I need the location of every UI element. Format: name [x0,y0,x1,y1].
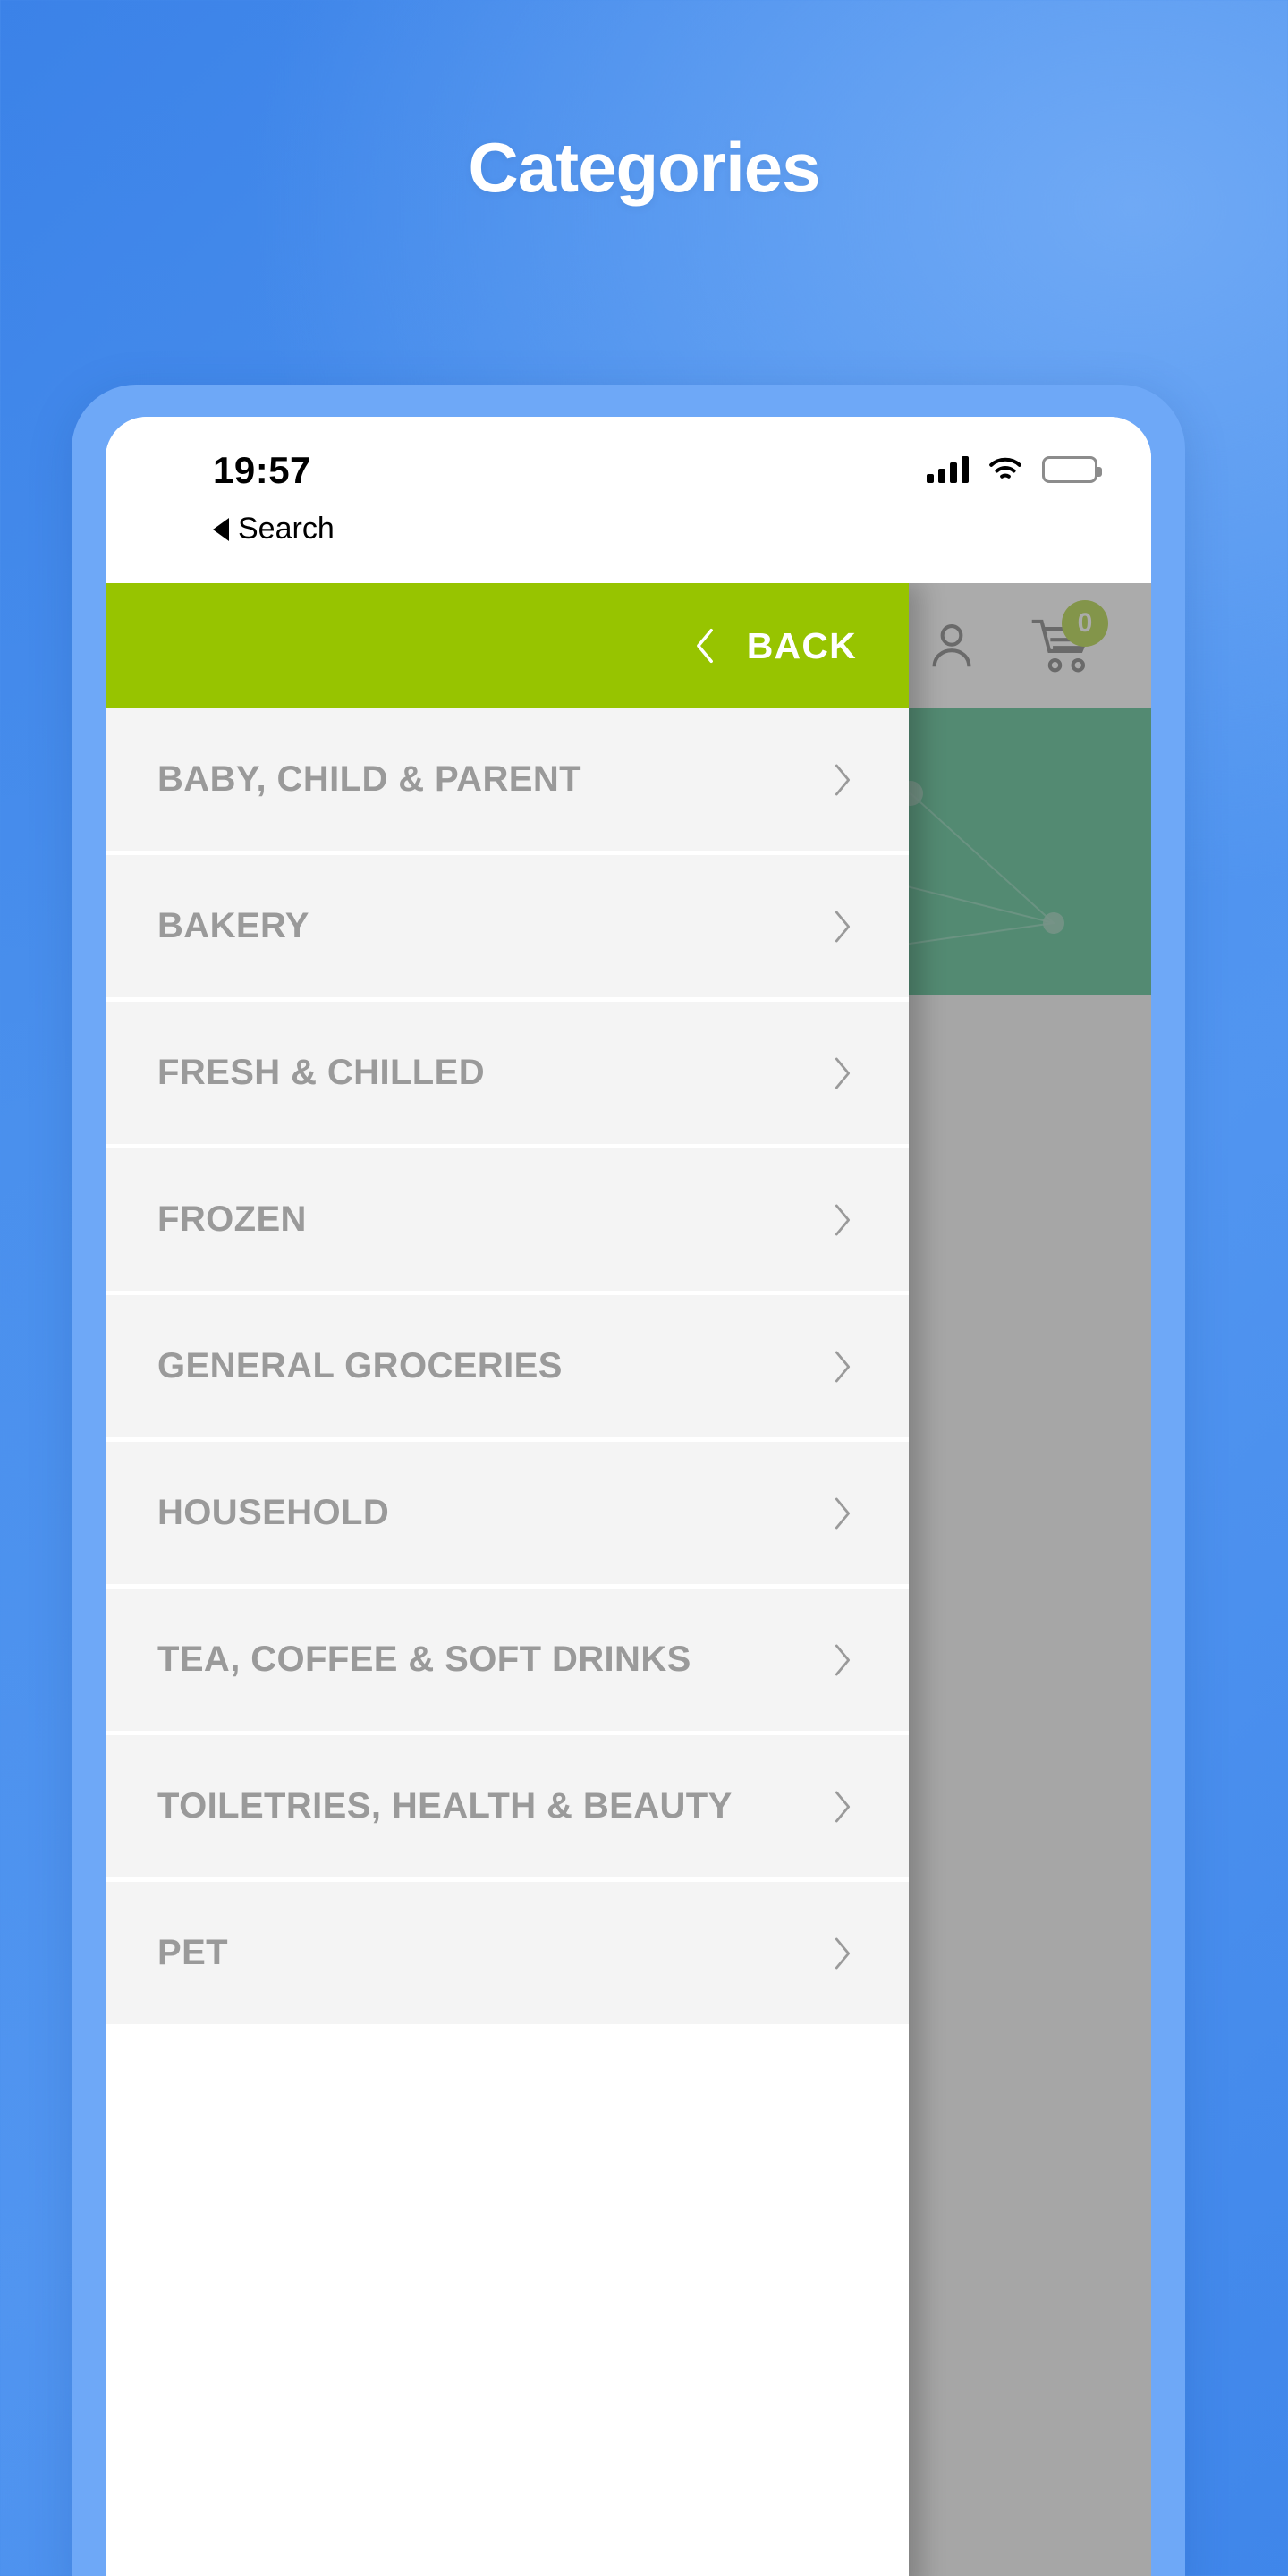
category-label: FRESH & CHILLED [157,1053,485,1092]
chevron-right-icon [835,1644,851,1675]
back-to-search-button[interactable]: Search [213,512,335,547]
chevron-right-icon [835,911,851,942]
category-label: BABY, CHILD & PARENT [157,759,581,799]
category-label: PET [157,1933,228,1972]
chevron-right-icon [835,764,851,795]
category-label: BAKERY [157,906,309,945]
status-time: 19:57 [213,449,311,491]
phone-frame: 0 [72,385,1185,2576]
category-list-item[interactable]: BABY, CHILD & PARENT [106,708,909,855]
chevron-right-icon [835,1937,851,1969]
category-list-item[interactable]: TEA, COFFEE & SOFT DRINKS [106,1589,909,1735]
page-title: Categories [468,128,820,207]
chevron-right-icon [835,1204,851,1235]
category-list: BABY, CHILD & PARENT BAKERY FRESH & CHILLE… [106,708,909,2029]
category-list-item[interactable]: TOILETRIES, HEALTH & BEAUTY [106,1735,909,1882]
category-label: GENERAL GROCERIES [157,1346,563,1385]
back-to-search-label: Search [238,512,335,546]
status-icons [927,456,1102,483]
phone-screen: 0 [106,417,1151,2576]
category-label: HOUSEHOLD [157,1493,390,1532]
battery-icon [1042,456,1102,483]
wifi-icon [989,457,1021,479]
category-drawer: BACK BABY, CHILD & PARENT BAKERY FRESH & C… [106,583,909,2576]
category-label: FROZEN [157,1199,307,1239]
status-bar: 19:57 Search [106,417,1151,583]
chevron-left-icon [696,628,713,664]
back-button-label: BACK [746,624,857,666]
category-list-item[interactable]: BAKERY [106,855,909,1002]
back-button[interactable]: BACK [693,625,857,667]
chevron-right-icon [835,1791,851,1822]
category-list-item[interactable]: PET [106,1882,909,2029]
chevron-right-icon [835,1497,851,1529]
category-list-item[interactable]: FROZEN [106,1148,909,1295]
back-triangle-icon [213,517,229,541]
category-list-item[interactable]: FRESH & CHILLED [106,1002,909,1148]
chevron-right-icon [835,1057,851,1089]
category-label: TOILETRIES, HEALTH & BEAUTY [157,1786,733,1826]
category-list-item[interactable]: HOUSEHOLD [106,1442,909,1589]
drawer-header: BACK [106,583,909,708]
category-label: TEA, COFFEE & SOFT DRINKS [157,1640,691,1679]
category-list-item[interactable]: GENERAL GROCERIES [106,1295,909,1442]
signal-bars-icon [927,456,969,483]
chevron-right-icon [835,1351,851,1382]
